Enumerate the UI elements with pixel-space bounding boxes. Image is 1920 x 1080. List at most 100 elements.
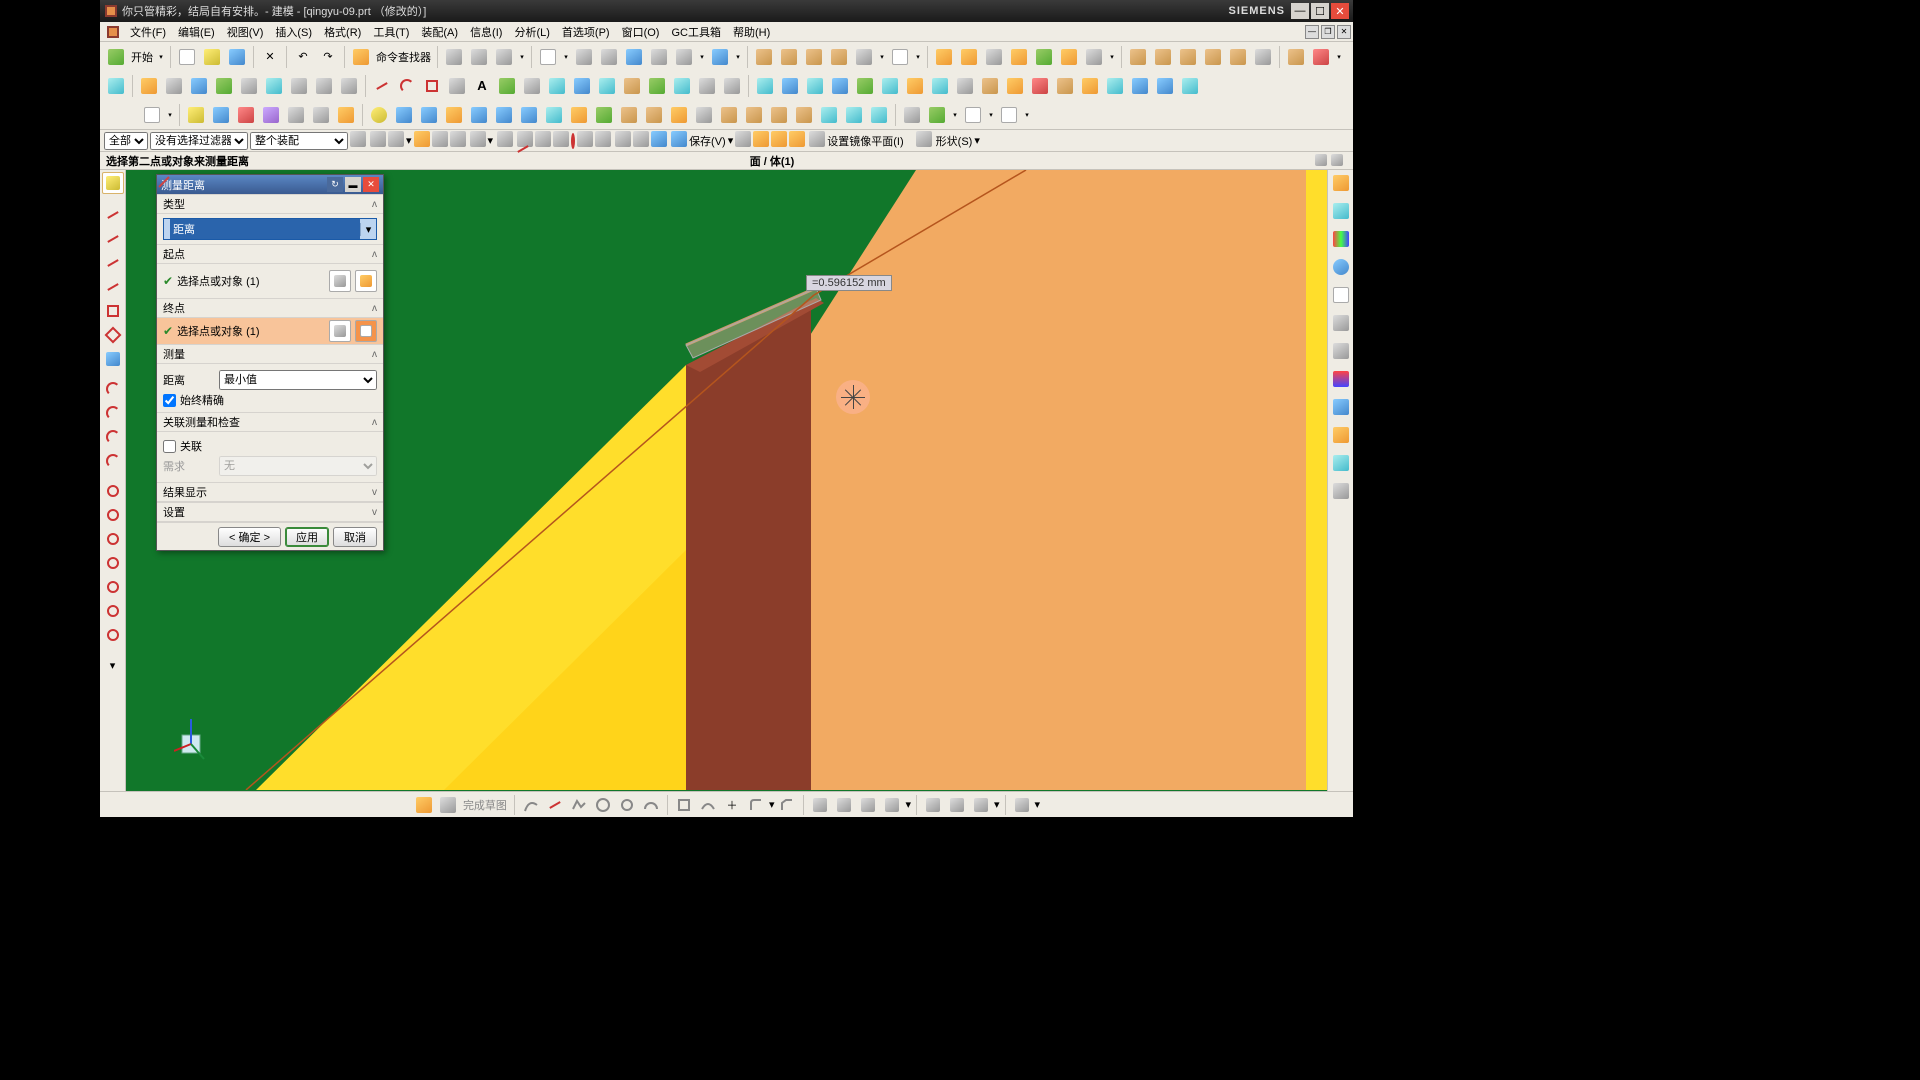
lt-circ6[interactable] — [102, 600, 124, 622]
window-minimize-button[interactable]: — — [1291, 3, 1309, 19]
prompt-btn-1[interactable] — [1315, 154, 1331, 168]
menu-format[interactable]: 格式(R) — [320, 22, 365, 42]
fb-d[interactable] — [414, 131, 430, 150]
curve6-button[interactable] — [1057, 45, 1081, 69]
bt-trim4-drop[interactable]: ▾ — [905, 798, 911, 811]
r2-c1[interactable] — [495, 74, 519, 98]
rt-10[interactable] — [1330, 424, 1352, 446]
assembly-select[interactable]: 整个装配 — [250, 132, 348, 150]
fb-f[interactable] — [450, 131, 466, 150]
r2-b2[interactable] — [162, 74, 186, 98]
assoc-checkbox[interactable] — [163, 440, 176, 453]
tb1-d-drop[interactable]: ▾ — [561, 45, 571, 69]
tb1-render-drop[interactable]: ▾ — [697, 45, 707, 69]
menu-analysis[interactable]: 分析(L) — [510, 22, 553, 42]
cylinder-button[interactable] — [392, 103, 416, 127]
curve3-button[interactable] — [982, 45, 1006, 69]
r3-c6[interactable] — [592, 103, 616, 127]
r2-d2[interactable] — [778, 74, 802, 98]
r3-c13[interactable] — [767, 103, 791, 127]
prompt-btn-2[interactable] — [1331, 154, 1347, 168]
fb-g[interactable] — [470, 131, 486, 150]
r3-c5[interactable] — [567, 103, 591, 127]
lt-more[interactable]: ▾ — [102, 654, 124, 676]
box3-button[interactable] — [802, 45, 826, 69]
grpB2[interactable] — [1309, 45, 1333, 69]
r3-b3[interactable] — [234, 103, 258, 127]
r3-c12[interactable] — [742, 103, 766, 127]
rt-6[interactable] — [1330, 312, 1352, 334]
menu-help[interactable]: 帮助(H) — [729, 22, 774, 42]
lt-line[interactable] — [102, 204, 124, 226]
new-button[interactable] — [175, 45, 199, 69]
spline-button[interactable] — [445, 74, 469, 98]
r2-b9[interactable] — [337, 74, 361, 98]
section-settings-header[interactable]: 设置 v — [157, 502, 383, 522]
bt-line[interactable] — [544, 794, 566, 816]
mirror-button[interactable] — [809, 131, 825, 150]
box1-button[interactable] — [752, 45, 776, 69]
r3-b6[interactable] — [309, 103, 333, 127]
menu-file[interactable]: 文件(F) — [126, 22, 170, 42]
type-select[interactable]: 距离 ▾ — [163, 218, 377, 240]
tb1-c[interactable] — [492, 45, 516, 69]
r2-c10[interactable] — [720, 74, 744, 98]
bt-trim4[interactable] — [881, 794, 903, 816]
mdi-close-button[interactable]: ✕ — [1337, 25, 1351, 39]
dialog-reset-button[interactable]: ↻ — [327, 177, 343, 192]
r3-c2[interactable] — [492, 103, 516, 127]
box2-button[interactable] — [777, 45, 801, 69]
menu-preferences[interactable]: 首选项(P) — [558, 22, 614, 42]
section-measure-header[interactable]: 测量 ʌ — [157, 344, 383, 364]
rt-12[interactable] — [1330, 480, 1352, 502]
window-close-button[interactable]: ✕ — [1331, 3, 1349, 19]
end-snap-button[interactable] — [355, 320, 377, 342]
r3-d4[interactable] — [997, 103, 1021, 127]
r3-d2[interactable] — [925, 103, 949, 127]
r3-c9[interactable] — [667, 103, 691, 127]
pan-button[interactable] — [647, 45, 671, 69]
r2-c3[interactable] — [545, 74, 569, 98]
r2-d15[interactable] — [1103, 74, 1127, 98]
dialog-titlebar[interactable]: 测量距离 ↻ ▬ ✕ — [157, 175, 383, 194]
curve1-button[interactable] — [932, 45, 956, 69]
curve4-button[interactable] — [1007, 45, 1031, 69]
mdi-minimize-button[interactable]: — — [1305, 25, 1319, 39]
r2-c9[interactable] — [695, 74, 719, 98]
r3-d1[interactable] — [900, 103, 924, 127]
r3-c8[interactable] — [642, 103, 666, 127]
dialog-pin-button[interactable]: ▬ — [345, 177, 361, 192]
rt-8[interactable] — [1330, 368, 1352, 390]
r2-b3[interactable] — [187, 74, 211, 98]
r3-b4[interactable] — [259, 103, 283, 127]
r3-c17[interactable] — [867, 103, 891, 127]
r2-d9[interactable] — [953, 74, 977, 98]
lt-circ3[interactable] — [102, 528, 124, 550]
r3-d3-drop[interactable]: ▾ — [986, 103, 996, 127]
finish-sketch-button[interactable] — [437, 794, 459, 816]
bt-fillet-drop[interactable]: ▾ — [769, 798, 775, 811]
undo-button[interactable]: ↶ — [291, 45, 315, 69]
curve7-button[interactable] — [1082, 45, 1106, 69]
r3-c7[interactable] — [617, 103, 641, 127]
rt-2[interactable] — [1330, 200, 1352, 222]
r2-b4[interactable] — [212, 74, 236, 98]
fb-b[interactable] — [370, 131, 386, 150]
bt-halfarc[interactable] — [640, 794, 662, 816]
end-pick-button[interactable] — [329, 320, 351, 342]
box5-button[interactable] — [852, 45, 876, 69]
menu-assembly[interactable]: 装配(A) — [417, 22, 462, 42]
r2-c7[interactable] — [645, 74, 669, 98]
lt-arc3[interactable] — [102, 426, 124, 448]
line-button[interactable] — [370, 74, 394, 98]
r2-d11[interactable] — [1003, 74, 1027, 98]
r2-d14[interactable] — [1078, 74, 1102, 98]
fb-grid[interactable] — [497, 131, 513, 150]
box5-drop[interactable]: ▾ — [877, 45, 887, 69]
r3-a[interactable] — [140, 103, 164, 127]
menu-gctoolbox[interactable]: GC工具箱 — [667, 22, 725, 42]
r2-b6[interactable] — [262, 74, 286, 98]
box6-button[interactable] — [888, 45, 912, 69]
grpB2-drop[interactable]: ▾ — [1334, 45, 1344, 69]
section-start-header[interactable]: 起点 ʌ — [157, 244, 383, 264]
